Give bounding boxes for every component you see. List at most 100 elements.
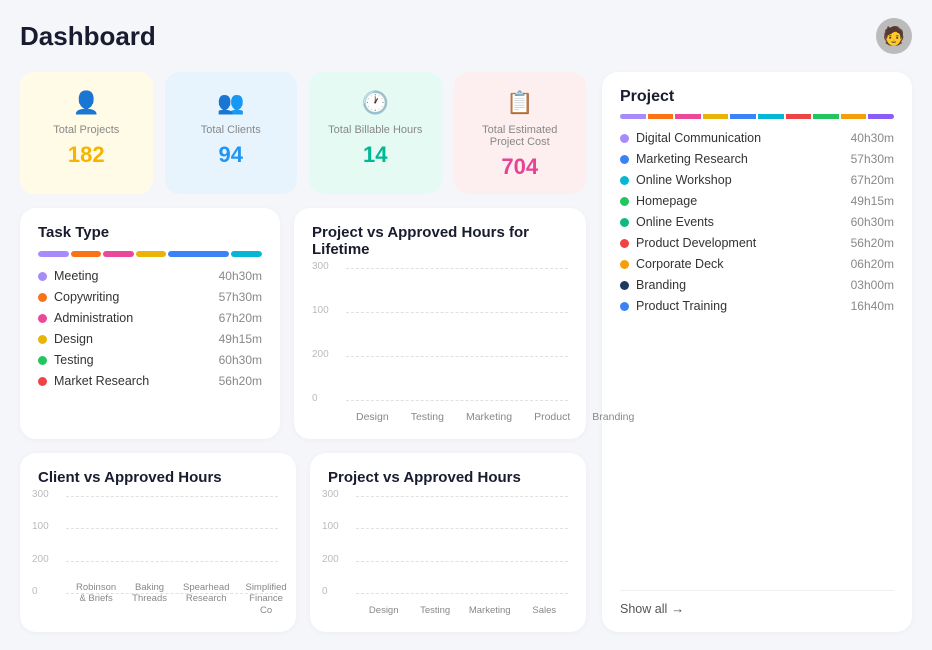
task-name: Copywriting	[54, 290, 119, 304]
project-name: Online Workshop	[636, 173, 732, 187]
chart-x-label: Sales	[527, 605, 562, 616]
cost-label: Total Estimated Project Cost	[470, 124, 571, 148]
clients-label: Total Clients	[201, 124, 261, 136]
chart3-area: 3001002000 DesignTestingMarketingSales	[328, 496, 568, 616]
project-row: Online Events 60h30m	[620, 215, 894, 229]
stat-card-projects: 👤 Total Projects 182	[20, 72, 153, 194]
project-row: Product Development 56h20m	[620, 236, 894, 250]
chart1-x-labels: DesignTestingMarketingProductBranding	[356, 411, 558, 423]
project-hours: 56h20m	[851, 236, 894, 250]
chart2-bars	[76, 496, 272, 594]
chart-x-label: Product	[534, 411, 570, 423]
project-panel: Project Digital Communication 40h30m Mar…	[602, 72, 912, 632]
task-name: Meeting	[54, 269, 98, 283]
hours-label: Total Billable Hours	[328, 124, 422, 136]
project-hours: 03h00m	[851, 278, 894, 292]
clients-icon: 👥	[217, 90, 244, 116]
project-row: Branding 03h00m	[620, 278, 894, 292]
chart-x-label: Design	[366, 605, 401, 616]
task-name: Market Research	[54, 374, 149, 388]
project-row: Homepage 49h15m	[620, 194, 894, 208]
project-hours: 06h20m	[851, 257, 894, 271]
project-row: Marketing Research 57h30m	[620, 152, 894, 166]
chart1-area: 3001002000 DesignTestingMarketingProduct…	[312, 268, 568, 423]
project-hours: 49h15m	[851, 194, 894, 208]
chart-y-label: 200	[32, 554, 49, 565]
clients-value: 94	[219, 142, 243, 168]
project-name: Homepage	[636, 194, 697, 208]
stats-row: 👤 Total Projects 182 👥 Total Clients 94 …	[20, 72, 586, 194]
chart-x-label: Spearhead Research	[183, 582, 229, 616]
task-type-card: Task Type Meeting 40h30m Copywriting 57h…	[20, 208, 280, 439]
task-row: Testing 60h30m	[38, 353, 262, 367]
hours-value: 14	[363, 142, 387, 168]
bottom-row: Client vs Approved Hours 3001002000 Robi…	[20, 453, 586, 632]
chart-y-label: 300	[322, 489, 339, 500]
task-dot	[38, 293, 47, 302]
chart-x-label: Testing	[417, 605, 452, 616]
project-dot	[620, 176, 629, 185]
chart3-title: Project vs Approved Hours	[328, 469, 568, 486]
chart-y-label: 0	[312, 393, 318, 404]
project-row: Digital Communication 40h30m	[620, 131, 894, 145]
task-hours: 57h30m	[219, 290, 262, 304]
project-hours: 60h30m	[851, 215, 894, 229]
project-dot	[620, 197, 629, 206]
project-name: Branding	[636, 278, 686, 292]
mid-row: Task Type Meeting 40h30m Copywriting 57h…	[20, 208, 586, 439]
task-list: Meeting 40h30m Copywriting 57h30m Admini…	[38, 269, 262, 388]
project-dot	[620, 281, 629, 290]
task-row: Meeting 40h30m	[38, 269, 262, 283]
task-dot	[38, 314, 47, 323]
chart-y-label: 300	[32, 489, 49, 500]
chart1-title: Project vs Approved Hours for Lifetime	[312, 224, 568, 258]
task-row: Market Research 56h20m	[38, 374, 262, 388]
chart2-x-labels: Robinson & BriefsBaking ThreadsSpearhead…	[76, 582, 272, 616]
chart3-bars	[366, 496, 562, 594]
cost-icon: 📋	[506, 90, 533, 116]
project-hours: 16h40m	[851, 299, 894, 313]
chart-x-label: Marketing	[469, 605, 511, 616]
project-name: Product Development	[636, 236, 756, 250]
task-name: Design	[54, 332, 93, 346]
project-dot	[620, 155, 629, 164]
chart-x-label: Testing	[411, 411, 444, 423]
task-name: Administration	[54, 311, 133, 325]
task-row: Administration 67h20m	[38, 311, 262, 325]
project-row: Product Training 16h40m	[620, 299, 894, 313]
task-dot	[38, 272, 47, 281]
chart-y-label: 100	[322, 521, 339, 532]
chart-x-label: Branding	[592, 411, 634, 423]
chart-y-label: 200	[322, 554, 339, 565]
projects-value: 182	[68, 142, 105, 168]
project-name: Product Training	[636, 299, 727, 313]
main-grid: 👤 Total Projects 182 👥 Total Clients 94 …	[20, 72, 912, 632]
chart-x-label: Simplified Finance Co	[245, 582, 286, 616]
project-color-bar	[620, 114, 894, 119]
project-dot	[620, 134, 629, 143]
task-dot	[38, 356, 47, 365]
show-all-button[interactable]: Show all →	[620, 590, 894, 616]
chart3-x-labels: Design Testing Marketing Sales	[366, 605, 562, 616]
chart-y-label: 300	[312, 261, 329, 272]
task-hours: 67h20m	[219, 311, 262, 325]
avatar[interactable]: 🧑	[876, 18, 912, 54]
chart-y-label: 100	[312, 305, 329, 316]
task-hours: 49h15m	[219, 332, 262, 346]
stat-card-hours: 🕐 Total Billable Hours 14	[309, 72, 442, 194]
project-name: Corporate Deck	[636, 257, 724, 271]
task-hours: 60h30m	[219, 353, 262, 367]
chart1-bars	[356, 268, 558, 401]
project-row: Online Workshop 67h20m	[620, 173, 894, 187]
project-dot	[620, 302, 629, 311]
project-hours: 40h30m	[851, 131, 894, 145]
left-column: 👤 Total Projects 182 👥 Total Clients 94 …	[20, 72, 586, 632]
projects-label: Total Projects	[53, 124, 119, 136]
header: Dashboard 🧑	[20, 18, 912, 54]
project-dot	[620, 239, 629, 248]
chart2-card: Client vs Approved Hours 3001002000 Robi…	[20, 453, 296, 632]
task-type-title: Task Type	[38, 224, 262, 241]
project-list: Digital Communication 40h30m Marketing R…	[620, 131, 894, 580]
stat-card-cost: 📋 Total Estimated Project Cost 704	[454, 72, 587, 194]
task-name: Testing	[54, 353, 94, 367]
